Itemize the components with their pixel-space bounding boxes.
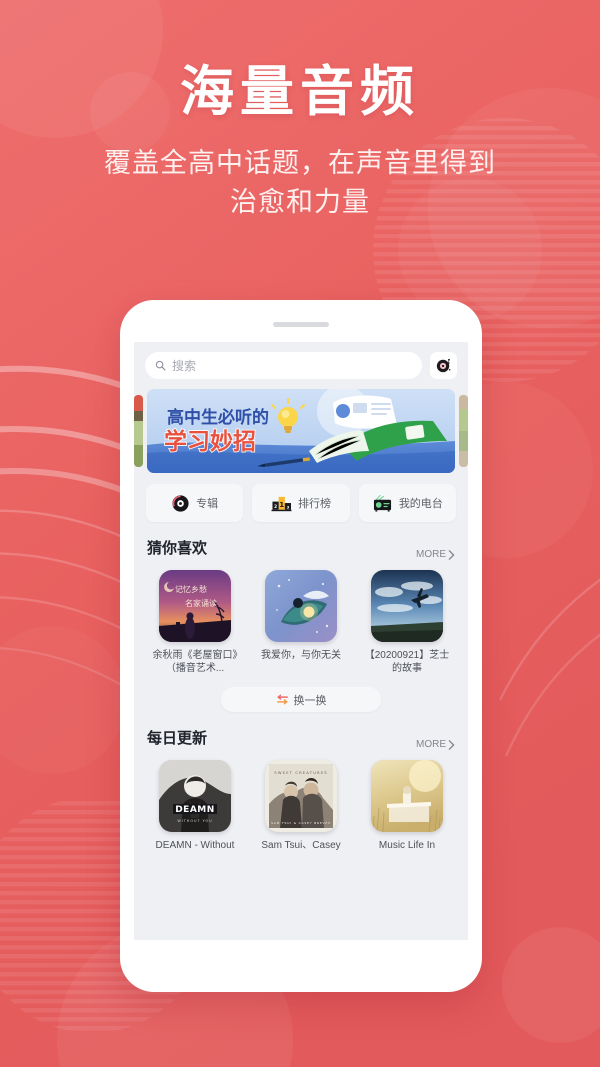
nav-tile-label: 我的电台 — [398, 498, 443, 510]
banner-peek-right[interactable] — [459, 395, 468, 467]
card-title: DEAMN - Without — [155, 840, 235, 852]
phone-screen: 搜索 高中生必听的 学习妙招 专辑 1 2 3 排行榜 我的电台 猜你喜欢 MO… — [134, 342, 468, 940]
svg-text:2: 2 — [274, 503, 277, 509]
card-title: 余秋雨《老屋窗口》（播音艺术... — [152, 650, 238, 675]
nav-tile-row: 专辑 1 2 3 排行榜 我的电台 — [134, 473, 468, 522]
vinyl-record-button[interactable] — [430, 352, 457, 379]
card-row-daily: DEAMN WITHOUT YOU DEAMN - Without SWEET … — [134, 750, 468, 852]
card-thumbnail[interactable]: 记忆乡愁 名家诵读 — [159, 570, 231, 642]
card-row-recommend: 记忆乡愁 名家诵读 余秋雨《老屋窗口》（播音艺术... 我爱你，与你无关 【20… — [134, 560, 468, 675]
list-item[interactable]: 我爱你，与你无关 — [253, 570, 349, 675]
more-label: MORE — [416, 739, 446, 751]
phone-mockup: 搜索 高中生必听的 学习妙招 专辑 1 2 3 排行榜 我的电台 猜你喜欢 MO… — [120, 300, 482, 992]
nav-tile-ranking[interactable]: 1 2 3 排行榜 — [252, 484, 350, 522]
card-thumbnail[interactable]: SWEET CREATURES SAM TSUI & CASEY BREVES — [265, 760, 337, 833]
banner-carousel[interactable]: 高中生必听的 学习妙招 — [134, 389, 468, 473]
vinyl-record-icon — [172, 494, 189, 512]
hero-subtitle-line-2: 治愈和力量 — [230, 187, 370, 218]
card-thumbnail[interactable] — [265, 570, 337, 642]
list-item[interactable]: Music Life In — [359, 760, 455, 852]
section-header-recommend: 猜你喜欢 MORE — [134, 522, 468, 561]
chevron-right-icon — [448, 740, 455, 750]
refresh-button[interactable]: 换一换 — [221, 687, 381, 713]
search-row: 搜索 — [134, 342, 468, 379]
section-header-daily: 每日更新 MORE — [134, 712, 468, 752]
search-input[interactable]: 搜索 — [145, 352, 422, 379]
nav-tile-label: 专辑 — [196, 498, 219, 510]
nav-tile-my-radio[interactable]: 我的电台 — [358, 484, 456, 522]
banner-peek-left[interactable] — [134, 395, 143, 467]
search-icon — [155, 360, 166, 371]
phone-speaker — [273, 322, 329, 327]
page-title: 海量音频 — [180, 59, 420, 123]
banner-line-2: 学习妙招 — [164, 428, 256, 455]
card-thumbnail[interactable] — [371, 760, 443, 833]
list-item[interactable]: SWEET CREATURES SAM TSUI & CASEY BREVES … — [253, 760, 349, 852]
svg-text:3: 3 — [287, 504, 290, 509]
banner-line-1: 高中生必听的 — [167, 407, 269, 428]
hero-subtitle-line-1: 覆盖全高中话题，在声音里得到 — [104, 148, 496, 179]
svg-text:WITHOUT YOU: WITHOUT YOU — [177, 819, 212, 823]
banner-slide-main[interactable]: 高中生必听的 学习妙招 — [147, 389, 455, 473]
section-more-link-daily[interactable]: MORE — [416, 739, 455, 750]
thumb-art-text: 记忆乡愁 — [175, 584, 207, 594]
more-label: MORE — [416, 549, 446, 560]
refresh-row: 换一换 — [134, 675, 468, 713]
card-title: Sam Tsui、Casey — [261, 840, 341, 852]
swap-arrows-icon — [276, 694, 288, 705]
vinyl-record-icon — [436, 358, 451, 373]
hero-section: 海量音频 覆盖全高中话题，在声音里得到 治愈和力量 — [0, 60, 600, 222]
card-thumbnail[interactable] — [371, 570, 443, 642]
chevron-right-icon — [448, 549, 455, 560]
nav-tile-label: 排行榜 — [297, 498, 331, 510]
list-item[interactable]: DEAMN WITHOUT YOU DEAMN - Without — [147, 760, 243, 852]
svg-text:SAM TSUI & CASEY BREVES: SAM TSUI & CASEY BREVES — [271, 821, 331, 825]
card-title: 我爱你，与你无关 — [261, 650, 341, 661]
card-title: Music Life In — [378, 840, 436, 852]
podium-icon: 1 2 3 — [271, 496, 292, 511]
list-item[interactable]: 记忆乡愁 名家诵读 余秋雨《老屋窗口》（播音艺术... — [147, 570, 243, 675]
section-more-link-recommend[interactable]: MORE — [416, 549, 455, 560]
hero-subtitle: 覆盖全高中话题，在声音里得到 治愈和力量 — [0, 144, 600, 222]
section-title: 每日更新 — [145, 727, 207, 752]
card-title: 【20200921】芝士的故事 — [364, 650, 450, 675]
section-title: 猜你喜欢 — [145, 537, 207, 561]
thumb-art-text: DEAMN — [175, 805, 215, 815]
svg-text:1: 1 — [279, 499, 284, 508]
search-placeholder: 搜索 — [172, 359, 197, 373]
refresh-label: 换一换 — [293, 694, 327, 707]
radio-icon — [373, 494, 391, 512]
card-thumbnail[interactable]: DEAMN WITHOUT YOU — [159, 760, 231, 833]
thumb-art-text: SWEET CREATURES — [274, 770, 328, 775]
list-item[interactable]: 【20200921】芝士的故事 — [359, 570, 455, 675]
thumb-art-text: 名家诵读 — [185, 598, 217, 608]
nav-tile-albums[interactable]: 专辑 — [146, 484, 244, 522]
